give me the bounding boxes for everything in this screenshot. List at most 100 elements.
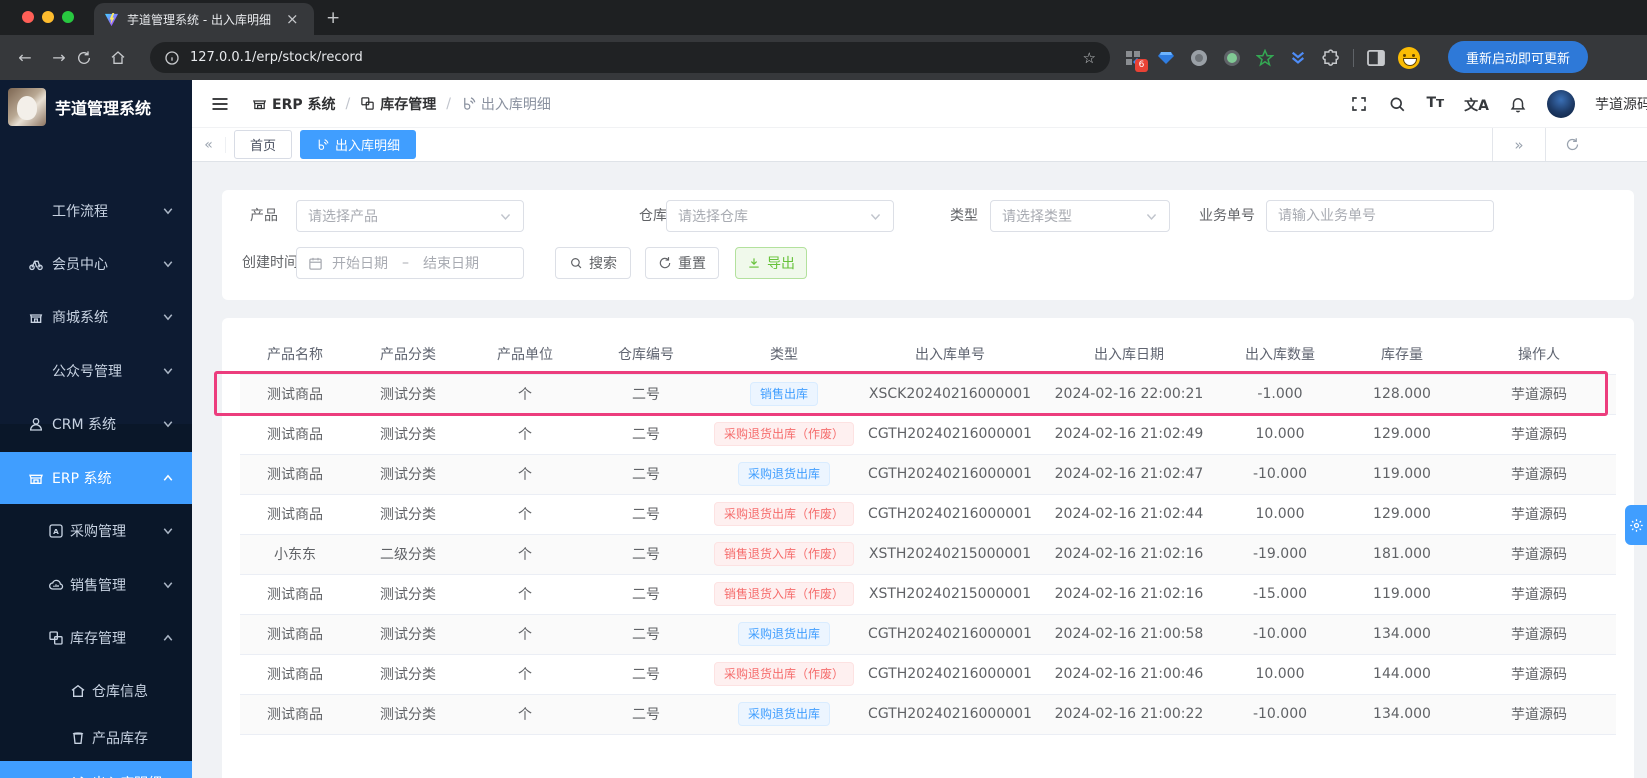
cell-type: 采购退货出库（作废） bbox=[708, 414, 860, 455]
user-avatar[interactable] bbox=[1547, 90, 1575, 118]
end-date-placeholder[interactable]: 结束日期 bbox=[423, 253, 479, 273]
close-window-icon[interactable] bbox=[22, 11, 34, 23]
cell-warehouse: 二号 bbox=[584, 374, 708, 415]
sidebar-item-workflow[interactable]: 工作流程 bbox=[0, 191, 192, 231]
table-row[interactable]: 测试商品 测试分类 个 二号 采购退货出库（作废） CGTH2024021600… bbox=[240, 414, 1616, 455]
cell-order-no: CGTH20240216000001 bbox=[860, 454, 1040, 495]
green-star-ext-icon[interactable] bbox=[1254, 47, 1276, 69]
sidebar-item-inventory[interactable]: 库存管理 bbox=[0, 618, 192, 658]
home-icon[interactable] bbox=[110, 50, 144, 66]
date-range-picker[interactable]: 开始日期 – 结束日期 bbox=[296, 247, 524, 279]
type-select[interactable]: 请选择类型 bbox=[990, 200, 1170, 232]
new-tab-icon[interactable]: + bbox=[326, 8, 340, 28]
search-icon[interactable] bbox=[1388, 95, 1406, 113]
sidebar-item-purchase[interactable]: A 采购管理 bbox=[0, 511, 192, 551]
sidebar-item-product-stock[interactable]: 产品库存 bbox=[0, 718, 192, 758]
table-row[interactable]: 测试商品 测试分类 个 二号 销售出库 XSCK20240216000001 2… bbox=[240, 374, 1616, 415]
chevron-down-icon bbox=[163, 582, 173, 589]
bookmark-star-icon[interactable]: ☆ bbox=[1083, 49, 1096, 67]
product-select[interactable]: 请选择产品 bbox=[296, 200, 524, 232]
sidebar-item-crm[interactable]: CRM 系统 bbox=[0, 404, 192, 444]
bell-icon[interactable] bbox=[1509, 95, 1527, 113]
puzzle-icon[interactable] bbox=[1320, 47, 1342, 69]
cell-quantity: -10.000 bbox=[1218, 694, 1342, 735]
search-button[interactable]: 搜索 bbox=[555, 247, 631, 279]
tab-home[interactable]: 首页 bbox=[234, 130, 293, 159]
table-row[interactable]: 小东东 二级分类 个 二号 销售退货入库（作废） XSTH20240215000… bbox=[240, 534, 1616, 575]
table-row[interactable]: 测试商品 测试分类 个 二号 采购退货出库（作废） CGTH2024021600… bbox=[240, 494, 1616, 535]
info-icon[interactable] bbox=[164, 50, 180, 66]
browser-tab[interactable]: 芋道管理系统 - 出入库明细 × bbox=[94, 3, 314, 35]
circle-ext-icon[interactable] bbox=[1188, 47, 1210, 69]
sidebar-panel-icon[interactable] bbox=[1365, 47, 1387, 69]
cell-warehouse: 二号 bbox=[584, 694, 708, 735]
erp-icon bbox=[29, 474, 43, 484]
cell-product: 测试商品 bbox=[240, 374, 350, 415]
cell-date: 2024-02-16 21:02:49 bbox=[1040, 414, 1218, 455]
sidebar-item-member[interactable]: 会员中心 bbox=[0, 244, 192, 284]
column-header: 出入库日期 bbox=[1040, 334, 1218, 375]
breadcrumb-item-erp[interactable]: ERP 系统 bbox=[252, 94, 335, 114]
table-row[interactable]: 测试商品 测试分类 个 二号 采购退货出库 CGTH20240216000001… bbox=[240, 614, 1616, 655]
back-icon[interactable]: ← bbox=[8, 48, 42, 67]
gem-icon[interactable] bbox=[1155, 47, 1177, 69]
sidebar-item-official-account[interactable]: 公众号管理 bbox=[0, 351, 192, 391]
column-header: 产品名称 bbox=[240, 334, 350, 375]
sidebar-item-erp[interactable]: ERP 系统 bbox=[0, 452, 192, 504]
table-row[interactable]: 测试商品 测试分类 个 二号 销售退货入库（作废） XSTH2024021500… bbox=[240, 574, 1616, 615]
extensions-grid-icon[interactable]: 6 bbox=[1122, 47, 1148, 72]
column-header: 产品单位 bbox=[466, 334, 584, 375]
reload-icon[interactable] bbox=[76, 50, 110, 66]
minimize-window-icon[interactable] bbox=[42, 11, 54, 23]
sidebar-item-mall[interactable]: 商城系统 bbox=[0, 297, 192, 337]
collapse-menu-icon[interactable] bbox=[210, 94, 230, 114]
chevron-down-icon bbox=[870, 213, 881, 220]
table-header-row: 产品名称 产品分类 产品单位 仓库编号 类型 出入库单号 出入库日期 出入库数量 库存量 操作人 bbox=[240, 334, 1616, 375]
refresh-tab-icon[interactable] bbox=[1545, 128, 1598, 161]
reset-button[interactable]: 重置 bbox=[645, 247, 719, 279]
forward-icon[interactable]: → bbox=[42, 48, 76, 67]
erp-icon bbox=[252, 100, 267, 110]
font-size-icon[interactable]: Tт bbox=[1426, 95, 1444, 113]
cell-product: 测试商品 bbox=[240, 414, 350, 455]
scroll-tags-right-icon[interactable]: » bbox=[1492, 128, 1545, 161]
profile-avatar-icon[interactable] bbox=[1398, 46, 1420, 69]
locale-icon[interactable]: 文A bbox=[1464, 95, 1489, 114]
cell-warehouse: 二号 bbox=[584, 494, 708, 535]
cell-unit: 个 bbox=[466, 414, 584, 455]
table-row[interactable]: 测试商品 测试分类 个 二号 采购退货出库 CGTH20240216000001… bbox=[240, 454, 1616, 495]
biz-no-input[interactable] bbox=[1278, 208, 1482, 224]
table-row[interactable]: 测试商品 测试分类 个 二号 采购退货出库 CGTH20240216000001… bbox=[240, 694, 1616, 735]
cell-product: 测试商品 bbox=[240, 454, 350, 495]
cell-date: 2024-02-16 21:02:16 bbox=[1040, 574, 1218, 615]
window-controls[interactable] bbox=[22, 11, 74, 23]
relaunch-update-button[interactable]: 重新启动即可更新 bbox=[1448, 41, 1589, 73]
address-bar[interactable]: 127.0.0.1/erp/stock/record ☆ bbox=[150, 42, 1110, 73]
cell-unit: 个 bbox=[466, 374, 584, 415]
sidebar-item-sales[interactable]: 销售管理 bbox=[0, 565, 192, 605]
table-row[interactable]: 测试商品 测试分类 个 二号 采购退货出库（作废） CGTH2024021600… bbox=[240, 654, 1616, 695]
fullscreen-icon[interactable] bbox=[1350, 95, 1368, 113]
maximize-window-icon[interactable] bbox=[62, 11, 74, 23]
green-circle-ext-icon[interactable] bbox=[1221, 47, 1243, 69]
start-date-placeholder[interactable]: 开始日期 bbox=[332, 253, 388, 273]
chevron-down-icon bbox=[163, 261, 173, 268]
url-text[interactable]: 127.0.0.1/erp/stock/record bbox=[190, 50, 1083, 65]
warehouse-select[interactable]: 请选择仓库 bbox=[666, 200, 894, 232]
breadcrumb-item-inventory[interactable]: 库存管理 bbox=[360, 94, 436, 114]
type-tag: 采购退货出库 bbox=[737, 462, 830, 486]
sidebar-item-stock-record[interactable]: 出入库明细 bbox=[0, 761, 192, 778]
cell-stock: 134.000 bbox=[1342, 694, 1462, 735]
cell-operator: 芋道源码 bbox=[1462, 494, 1616, 535]
theme-settings-button[interactable] bbox=[1625, 505, 1647, 545]
scroll-tags-left-icon[interactable]: « bbox=[192, 136, 226, 153]
user-name[interactable]: 芋道源码 bbox=[1595, 94, 1647, 114]
tab-stock-record[interactable]: 出入库明细 bbox=[300, 130, 417, 159]
chevrons-ext-icon[interactable] bbox=[1287, 47, 1309, 69]
column-header: 仓库编号 bbox=[584, 334, 708, 375]
tab-close-icon[interactable]: × bbox=[286, 10, 299, 28]
logo[interactable]: 芋道管理系统 bbox=[0, 84, 192, 130]
sidebar-item-warehouse-info[interactable]: 仓库信息 bbox=[0, 671, 192, 711]
cell-operator: 芋道源码 bbox=[1462, 574, 1616, 615]
export-button[interactable]: 导出 bbox=[735, 247, 807, 279]
